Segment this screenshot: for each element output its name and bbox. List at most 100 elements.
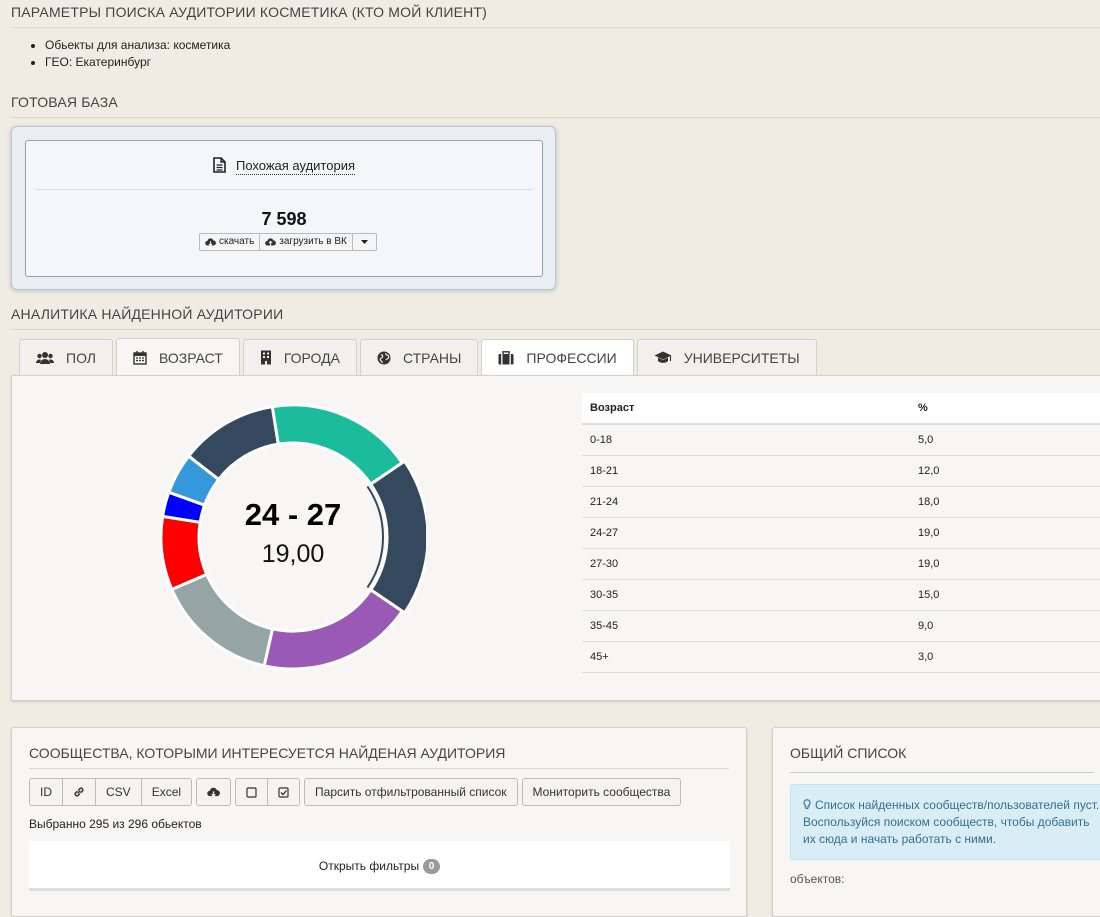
divider (11, 329, 1100, 330)
calendar-icon (133, 350, 147, 365)
table-row: 18-21 12,0 (582, 455, 1100, 487)
audience-card: Похожая аудитория 7 598 скачать загрузит… (25, 140, 543, 277)
divider (11, 27, 1100, 28)
select-all-button[interactable] (268, 778, 301, 806)
percent-cell: 5,0 (910, 424, 1100, 456)
donut-slice-21-24[interactable] (270, 403, 405, 487)
general-list-title: ОБЩИЙ СПИСОК (790, 745, 907, 761)
download-button[interactable]: скачать (199, 233, 261, 251)
similar-audience-link[interactable]: Похожая аудитория (235, 157, 355, 175)
table-row: 24-27 19,0 (582, 517, 1100, 549)
table-row: 21-24 18,0 (582, 486, 1100, 518)
tab-label: СТРАНЫ (402, 349, 462, 366)
age-cell: 30-35 (582, 579, 910, 611)
empty-list-alert: Список найденных сообществ/пользователей… (790, 784, 1100, 860)
deselect-all-button[interactable] (235, 778, 269, 806)
percent-cell: 3,0 (910, 641, 1100, 673)
copy-id-button[interactable]: ID (29, 778, 63, 806)
open-filters-button[interactable]: Открыть фильтры 0 (29, 841, 730, 891)
donut-svg (159, 403, 430, 671)
age-cell: 0-18 (582, 424, 910, 456)
upload-vk-label: загрузить в ВК (279, 236, 347, 247)
filters-badge: 0 (423, 859, 441, 874)
globe-icon (377, 351, 391, 364)
table-row: 30-35 15,0 (582, 579, 1100, 611)
communities-panel: СООБЩЕСТВА, КОТОРЫМИ ИНТЕРЕСУЕТСЯ НАЙДЕН… (11, 727, 747, 917)
age-cell: 45+ (582, 641, 910, 673)
check-square-icon (278, 786, 289, 798)
percent-cell: 19,0 (910, 517, 1100, 549)
square-icon (246, 786, 257, 798)
percent-cell: 18,0 (910, 486, 1100, 518)
cloud-download-icon (207, 787, 220, 797)
tab-label: ПОЛ (66, 349, 96, 366)
dropdown-toggle-button[interactable] (352, 233, 377, 251)
ready-base-card: Похожая аудитория 7 598 скачать загрузит… (11, 126, 556, 290)
tab-countries[interactable]: СТРАНЫ (359, 339, 479, 375)
communities-title: СООБЩЕСТВА, КОТОРЫМИ ИНТЕРЕСУЕТСЯ НАЙДЕН… (29, 745, 506, 761)
copy-links-button[interactable] (63, 778, 96, 806)
link-icon (74, 787, 84, 797)
lightbulb-icon (803, 799, 811, 810)
upload-vk-button[interactable]: загрузить в ВК (260, 233, 353, 251)
donut-center-value: 19,00 (261, 540, 325, 568)
column-header-age: Возраст (582, 393, 910, 425)
analytics-tabs: ПОЛ ВОЗРАСТ ГОРОДА СТРАНЫ ПРОФЕССИИ УНИВ… (19, 338, 817, 376)
divider (29, 768, 729, 769)
param-item: Обьекты для анализа: косметика (45, 37, 230, 54)
divider (11, 117, 1100, 118)
export-excel-button[interactable]: Excel (141, 778, 193, 806)
selected-count: Выбранно 295 из 296 обьектов (29, 817, 202, 831)
graduation-cap-icon (654, 351, 672, 363)
donut-slice-30-35[interactable] (169, 572, 275, 668)
base-actions: скачать загрузить в ВК (199, 233, 377, 251)
analytics-title: АНАЛИТИКА НАЙДЕННОЙ АУДИТОРИИ (11, 306, 284, 322)
briefcase-icon (498, 350, 514, 364)
tab-universities[interactable]: УНИВЕРСИТЕТЫ (636, 339, 817, 375)
tab-cities[interactable]: ГОРОДА (242, 339, 357, 375)
export-csv-button[interactable]: CSV (96, 778, 142, 806)
filters-label: Открыть фильтры (318, 859, 420, 873)
percent-cell: 12,0 (910, 455, 1100, 487)
tab-label: ГОРОДА (283, 349, 340, 366)
table-header-row: Возраст % (582, 393, 1100, 425)
donut-center-label: 24 - 27 (244, 497, 342, 532)
tab-age[interactable]: ВОЗРАСТ (115, 338, 240, 376)
tab-professions[interactable]: ПРОФЕССИИ (481, 339, 634, 375)
age-cell: 27-30 (582, 548, 910, 580)
percent-cell: 9,0 (910, 610, 1100, 642)
cloud-download-button[interactable] (196, 778, 232, 806)
objects-count-label: объектов: (790, 872, 845, 886)
age-cell: 18-21 (582, 455, 910, 487)
monitor-communities-button[interactable]: Мониторить сообщества (521, 778, 682, 806)
params-list: Обьекты для анализа: косметика ГЕО: Екат… (28, 37, 230, 71)
age-cell: 24-27 (582, 517, 910, 549)
tab-label: УНИВЕРСИТЕТЫ (683, 349, 800, 366)
building-icon (260, 350, 271, 365)
download-label: скачать (219, 236, 255, 247)
age-cell: 35-45 (582, 610, 910, 642)
alert-text: Список найденных сообществ/пользователей… (803, 798, 1100, 846)
audience-count: 7 598 (261, 209, 307, 229)
tab-label: ВОЗРАСТ (158, 349, 223, 366)
parse-filtered-button[interactable]: Парсить отфильтрованный список (304, 778, 518, 806)
age-donut-chart: 24 - 27 19,00 (159, 401, 430, 673)
donut-slice-27-30[interactable] (262, 587, 405, 671)
percent-cell: 19,0 (910, 548, 1100, 580)
percent-cell: 15,0 (910, 579, 1100, 611)
tab-gender[interactable]: ПОЛ (19, 339, 113, 375)
base-title: ГОТОВАЯ БАЗА (11, 94, 118, 110)
table-row: 27-30 19,0 (582, 548, 1100, 580)
file-text-icon (213, 157, 226, 176)
general-list-panel: ОБЩИЙ СПИСОК Список найденных сообществ/… (772, 727, 1100, 917)
tab-label: ПРОФЕССИИ (526, 349, 617, 366)
communities-toolbar: ID CSV Excel Парсить отфильтрованный спи… (29, 778, 682, 806)
table-row: 0-18 5,0 (582, 424, 1100, 456)
table-row: 45+ 3,0 (582, 641, 1100, 673)
age-cell: 21-24 (582, 486, 910, 518)
divider (35, 189, 533, 190)
donut-slice-24-27[interactable] (368, 459, 430, 615)
param-item: ГЕО: Екатеринбург (45, 54, 230, 71)
age-table: Возраст % 0-18 5,0 18-21 12,0 21-24 18,0 24… (582, 393, 1100, 673)
table-row: 35-45 9,0 (582, 610, 1100, 642)
